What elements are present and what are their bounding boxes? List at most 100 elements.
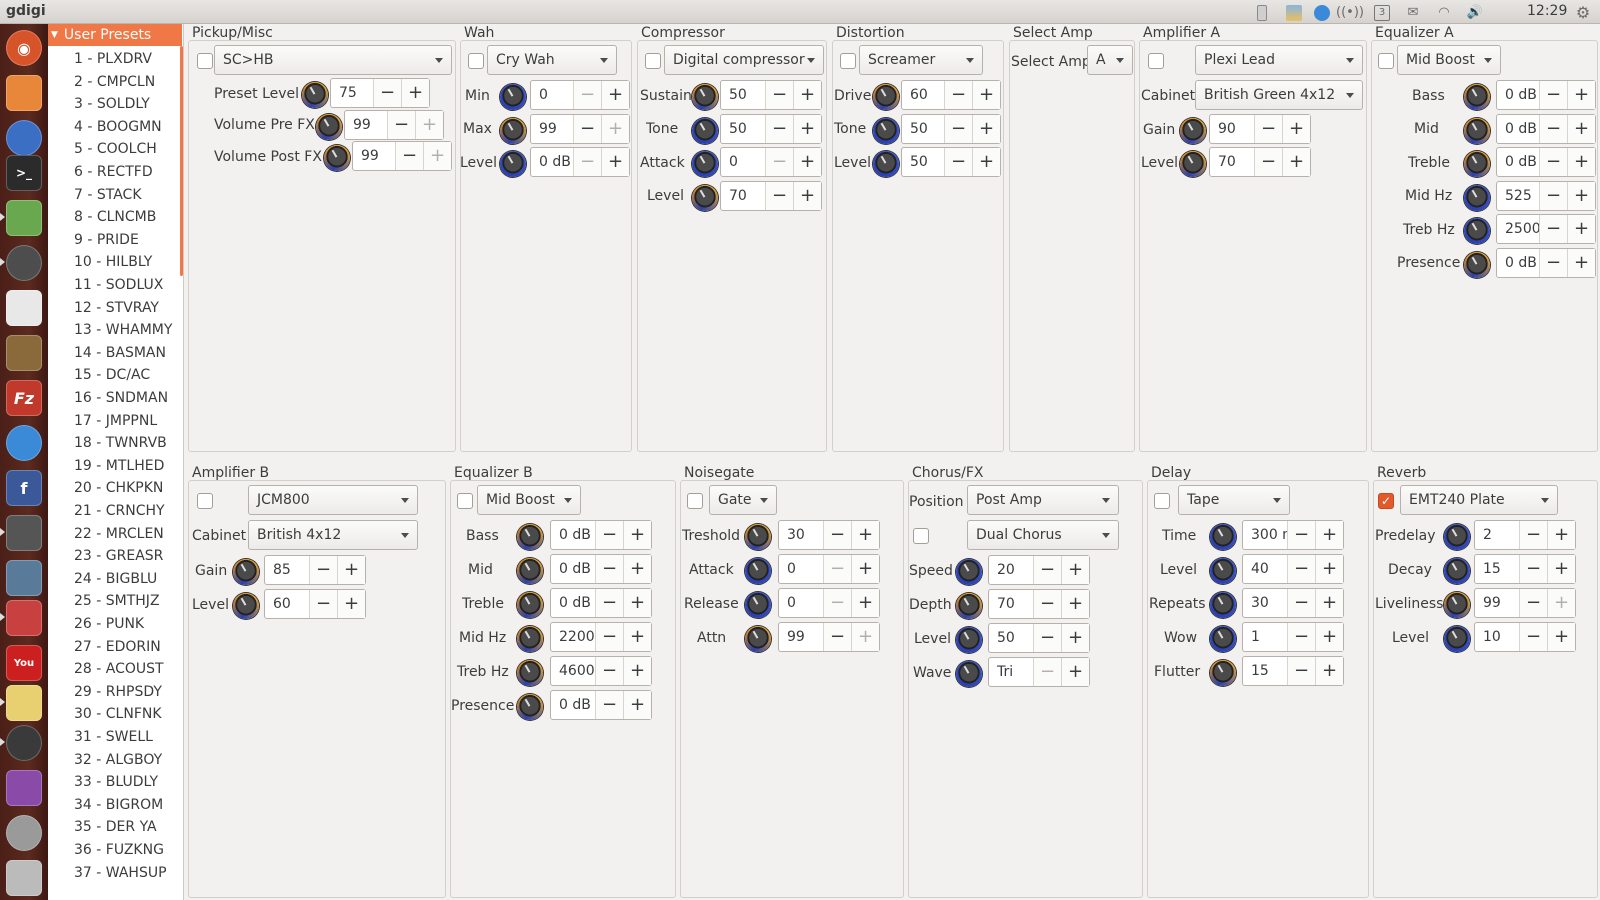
chorus-type-select[interactable]: Dual Chorus [967,520,1119,550]
increment-button[interactable]: + [601,81,629,109]
pickup-enable-checkbox[interactable] [197,53,213,69]
delay-wow-knob[interactable] [1210,626,1236,652]
amp-b-type-select[interactable]: JCM800 [248,485,418,515]
list-item[interactable]: 27 - EDORIN [74,639,161,655]
noisegate-release-spin[interactable]: 0 − + [778,588,880,618]
compressor-tone-knob[interactable] [692,118,718,144]
pickup-type-select[interactable]: SC>HB [214,45,452,75]
decrement-button[interactable]: − [573,115,601,143]
files-icon[interactable] [6,75,42,111]
amp-a-level-knob[interactable] [1180,151,1206,177]
list-item[interactable]: 28 - ACOUST [74,661,164,677]
decrement-button[interactable]: − [1519,623,1547,651]
increment-button[interactable]: + [1061,658,1089,686]
decrement-button[interactable]: − [1287,657,1315,685]
increment-button[interactable]: + [1567,115,1595,143]
increment-button[interactable]: + [337,590,365,618]
document-icon[interactable] [6,290,42,326]
list-item[interactable]: 29 - RHPSDY [74,684,162,700]
decrement-button[interactable]: − [1287,623,1315,651]
list-item[interactable]: 26 - PUNK [74,616,144,632]
decrement-button[interactable]: − [1519,555,1547,583]
noisegate-treshold-spin[interactable]: 30 − + [778,520,880,550]
decrement-button[interactable]: − [573,148,601,176]
list-item[interactable]: 11 - SODLUX [74,277,163,293]
increment-button[interactable]: + [1547,555,1575,583]
decrement-button[interactable]: − [944,115,972,143]
eq-a-treb-hz-knob[interactable] [1464,218,1490,244]
increment-button[interactable]: + [1315,555,1343,583]
eq-b-presence-spin[interactable]: 0 dB − + [550,690,652,720]
scrollbar[interactable] [180,46,183,276]
list-item[interactable]: 17 - JMPPNL [74,413,157,429]
chorus-wave-knob[interactable] [956,661,982,687]
list-item[interactable]: 24 - BIGBLU [74,571,157,587]
photo-icon[interactable] [6,560,42,596]
increment-button[interactable]: + [972,81,1000,109]
list-item[interactable]: 34 - BIGROM [74,797,163,813]
noisegate-attn-spin[interactable]: 99 − + [778,622,880,652]
amp-a-level-spin[interactable]: 70 − + [1209,147,1311,177]
decrement-button[interactable]: − [944,148,972,176]
reverb-liveliness-spin[interactable]: 99 − + [1474,588,1576,618]
image-viewer-icon[interactable] [1285,4,1303,21]
amp-a-gain-spin[interactable]: 90 − + [1209,114,1311,144]
increment-button[interactable]: + [623,657,651,685]
workspace-switcher-icon[interactable] [6,770,42,806]
reverb-decay-knob[interactable] [1444,558,1470,584]
list-item[interactable]: 18 - TWNRVB [74,435,167,451]
increment-button[interactable]: + [1567,182,1595,210]
reverb-predelay-spin[interactable]: 2 − + [1474,520,1576,550]
list-item[interactable]: 36 - FUZKNG [74,842,164,858]
eq-b-bass-spin[interactable]: 0 dB − + [550,520,652,550]
list-item[interactable]: 33 - BLUDLY [74,774,158,790]
decrement-button[interactable]: − [595,589,623,617]
delay-wow-spin[interactable]: 1 − + [1242,622,1344,652]
chorus-enable-checkbox[interactable] [913,528,929,544]
amp-b-gain-knob[interactable] [233,559,259,585]
list-item[interactable]: 21 - CRNCHY [74,503,165,519]
distortion-level-spin[interactable]: 50− + [901,147,1001,177]
decrement-button[interactable]: − [1539,182,1567,210]
decrement-button[interactable]: − [823,589,851,617]
distortion-tone-knob[interactable] [873,118,899,144]
decrement-button[interactable]: − [373,79,401,107]
increment-button[interactable]: + [793,81,821,109]
list-item[interactable]: 14 - BASMAN [74,345,166,361]
noisegate-attack-knob[interactable] [745,558,771,584]
noisegate-enable-checkbox[interactable] [687,493,703,509]
decrement-button[interactable]: − [1287,521,1315,549]
wah-type-select[interactable]: Cry Wah [487,45,617,75]
delay-time-spin[interactable]: 300 ms−+ [1242,520,1344,550]
compressor-level-knob[interactable] [692,185,718,211]
youtube-icon[interactable]: You [6,645,42,681]
increment-button[interactable]: + [1061,556,1089,584]
increment-button[interactable]: + [972,148,1000,176]
decrement-button[interactable]: − [823,623,851,651]
eq-a-treb-hz-spin[interactable]: 2500− + [1496,214,1596,244]
ubuntu-home-icon[interactable]: ◉ [6,30,42,66]
increment-button[interactable]: + [601,115,629,143]
decrement-button[interactable]: − [1539,115,1567,143]
eq-a-mid-hz-spin[interactable]: 525− + [1496,181,1596,211]
pidgin-icon[interactable] [6,425,42,461]
delay-repeats-knob[interactable] [1210,592,1236,618]
decrement-button[interactable]: − [1539,215,1567,243]
increment-button[interactable]: + [1567,81,1595,109]
decrement-button[interactable]: − [1033,590,1061,618]
preset-level-spin[interactable]: 75− + [330,78,430,108]
eq-a-bass-spin[interactable]: 0 dB − + [1496,80,1596,110]
noisegate-attn-knob[interactable] [745,626,771,652]
wah-level-spin[interactable]: 0 dB − + [530,147,630,177]
compressor-enable-checkbox[interactable] [645,53,661,69]
delay-enable-checkbox[interactable] [1154,493,1170,509]
decrement-button[interactable]: − [823,555,851,583]
list-item[interactable]: 30 - CLNFNK [74,706,162,722]
decrement-button[interactable]: − [395,142,423,170]
chorus-level-spin[interactable]: 50 − + [988,623,1090,653]
list-item[interactable]: 5 - COOLCH [74,141,157,157]
eq-b-mid-spin[interactable]: 0 dB − + [550,554,652,584]
compressor-tone-spin[interactable]: 50 − + [720,114,822,144]
increment-button[interactable]: + [623,589,651,617]
increment-button[interactable]: + [1315,623,1343,651]
